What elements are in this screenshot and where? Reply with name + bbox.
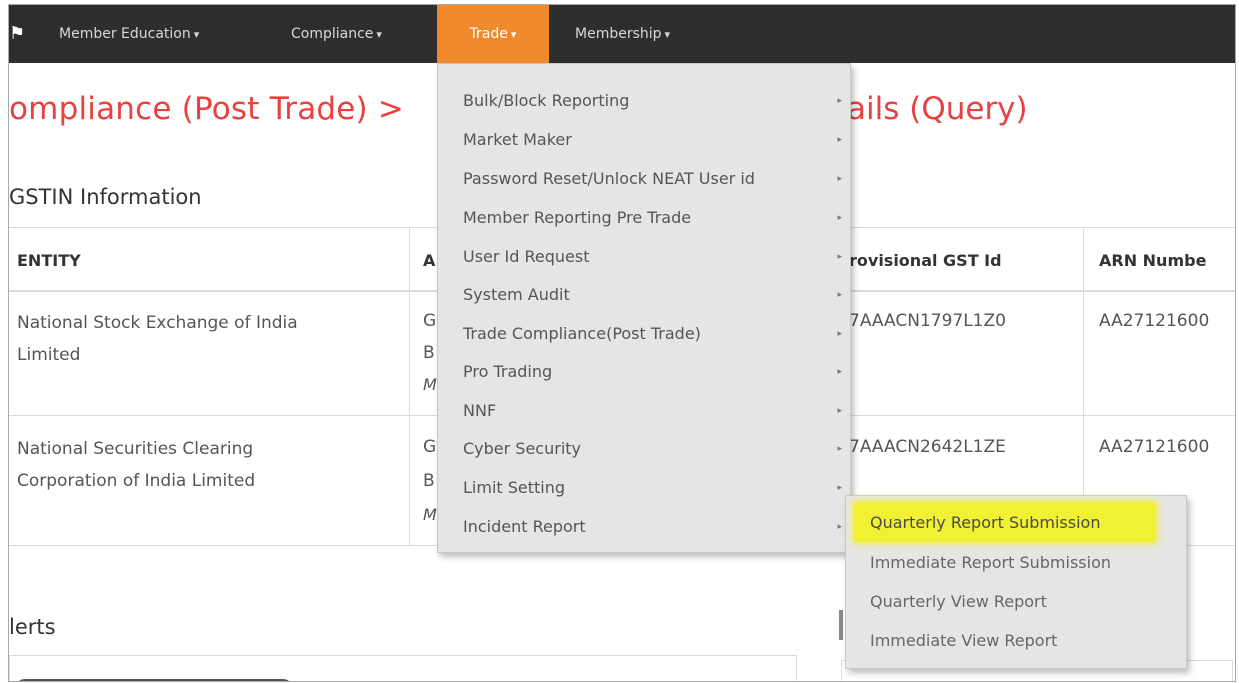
chevron-right-icon: ▸ <box>837 174 842 184</box>
table-cell-address: M <box>423 375 437 394</box>
menu-item-pro-trading[interactable]: Pro Trading ▸ <box>438 353 850 391</box>
menu-item-bulk-block-reporting[interactable]: Bulk/Block Reporting ▸ <box>438 82 850 120</box>
table-cell-gst-id: 7AAACN2642L1ZE <box>849 437 1006 457</box>
table-cell-entity: National Securities Clearing Corporation… <box>17 433 255 497</box>
menu-item-label: User Id Request <box>463 247 590 266</box>
menu-item-limit-setting[interactable]: Limit Setting ▸ <box>438 469 850 507</box>
menu-item-system-audit[interactable]: System Audit ▸ <box>438 276 850 314</box>
trade-dropdown-menu: Bulk/Block Reporting ▸ Market Maker ▸ Pass… <box>437 63 851 553</box>
incident-report-submenu: Quarterly Report Submission Immediate Re… <box>845 495 1187 669</box>
chevron-right-icon: ▸ <box>837 252 842 262</box>
menu-item-label: Cyber Security <box>463 439 582 458</box>
chevron-down-icon: ▾ <box>510 28 517 41</box>
menu-item-label: Market Maker <box>463 130 572 149</box>
table-cell-address: B <box>423 471 435 491</box>
chevron-right-icon: ▸ <box>837 329 842 339</box>
table-cell-address: G <box>423 437 437 457</box>
menu-item-nnf[interactable]: NNF ▸ <box>438 392 850 430</box>
submenu-item-quarterly-report-submission[interactable]: Quarterly Report Submission <box>846 504 1186 542</box>
menu-item-market-maker[interactable]: Market Maker ▸ <box>438 121 850 159</box>
menu-item-cyber-security[interactable]: Cyber Security ▸ <box>438 430 850 468</box>
menu-item-label: Pro Trading <box>463 362 553 381</box>
menu-item-label: Password Reset/Unlock NEAT User id <box>463 169 755 188</box>
menu-item-label: Bulk/Block Reporting <box>463 91 630 110</box>
nav-compliance-label: Compliance <box>291 26 374 42</box>
chevron-down-icon: ▾ <box>376 28 382 41</box>
menu-item-label: Trade Compliance(Post Trade) <box>463 324 701 343</box>
table-cell-entity: National Stock Exchange of India Limited <box>17 307 298 371</box>
home-icon[interactable]: ⚑ <box>9 23 25 45</box>
column-header-entity: ENTITY <box>17 251 81 270</box>
column-header-gst-id: rovisional GST Id <box>849 251 1002 270</box>
page-title-continued: ails (Query) <box>847 91 1028 127</box>
table-cell-arn: AA27121600 <box>1099 311 1210 331</box>
menu-item-member-reporting-pre-trade[interactable]: Member Reporting Pre Trade ▸ <box>438 199 850 237</box>
chevron-right-icon: ▸ <box>837 367 842 377</box>
table-cell-address: M <box>423 505 437 524</box>
nav-membership[interactable]: Membership ▾ <box>575 5 735 63</box>
entity-line: Limited <box>17 345 81 365</box>
menu-item-label: Incident Report <box>463 517 586 536</box>
alerts-panel <box>9 655 797 681</box>
nav-trade-label: Trade <box>469 26 508 42</box>
submenu-item-label: Immediate View Report <box>870 631 1058 650</box>
submenu-item-immediate-view-report[interactable]: Immediate View Report <box>846 622 1186 660</box>
nav-member-education[interactable]: Member Education ▾ <box>59 5 259 63</box>
nav-membership-label: Membership <box>575 26 662 42</box>
top-navbar: ⚑ Member Education ▾ Compliance ▾ Trade ▾ M… <box>9 5 1235 63</box>
table-cell-address: G <box>423 311 437 331</box>
table-cell-gst-id: 7AAACN1797L1Z0 <box>849 311 1006 331</box>
page-frame: ⚑ Member Education ▾ Compliance ▾ Trade ▾ M… <box>8 4 1236 682</box>
nav-member-education-label: Member Education <box>59 26 191 42</box>
chevron-right-icon: ▸ <box>837 290 842 300</box>
alerts-tab[interactable] <box>15 679 293 681</box>
panel-edge <box>839 610 843 640</box>
menu-item-password-reset[interactable]: Password Reset/Unlock NEAT User id ▸ <box>438 160 850 198</box>
chevron-right-icon: ▸ <box>837 96 842 106</box>
menu-item-trade-compliance[interactable]: Trade Compliance(Post Trade) ▸ <box>438 315 850 353</box>
chevron-right-icon: ▸ <box>837 213 842 223</box>
menu-item-label: NNF <box>463 401 497 420</box>
chevron-right-icon: ▸ <box>837 444 842 454</box>
table-cell-arn: AA27121600 <box>1099 437 1210 457</box>
section-title: GSTIN Information <box>9 185 202 209</box>
submenu-item-immediate-report-submission[interactable]: Immediate Report Submission <box>846 544 1186 582</box>
menu-item-user-id-request[interactable]: User Id Request ▸ <box>438 238 850 276</box>
table-cell-address: B <box>423 343 435 363</box>
entity-line: National Stock Exchange of India <box>17 313 298 333</box>
menu-item-incident-report[interactable]: Incident Report ▸ <box>438 508 850 546</box>
submenu-item-label: Quarterly View Report <box>870 592 1047 611</box>
chevron-down-icon: ▾ <box>193 28 200 41</box>
menu-item-label: Member Reporting Pre Trade <box>463 208 692 227</box>
chevron-right-icon: ▸ <box>837 406 842 416</box>
chevron-right-icon: ▸ <box>837 483 842 493</box>
chevron-down-icon: ▾ <box>664 28 671 41</box>
table-column-divider <box>409 227 410 545</box>
submenu-item-label: Immediate Report Submission <box>870 553 1111 572</box>
nav-compliance[interactable]: Compliance ▾ <box>291 5 431 63</box>
entity-line: Corporation of India Limited <box>17 471 256 491</box>
submenu-item-quarterly-view-report[interactable]: Quarterly View Report <box>846 583 1186 621</box>
chevron-right-icon: ▸ <box>837 522 842 532</box>
chevron-right-icon: ▸ <box>837 135 842 145</box>
page-title: ompliance (Post Trade) > <box>9 91 405 127</box>
nav-trade[interactable]: Trade ▾ <box>437 5 549 63</box>
menu-item-label: Limit Setting <box>463 478 566 497</box>
column-header-arn: ARN Numbe <box>1099 251 1207 270</box>
submenu-item-label: Quarterly Report Submission <box>870 513 1101 532</box>
entity-line: National Securities Clearing <box>17 439 254 459</box>
column-header-address: A <box>423 251 436 270</box>
menu-item-label: System Audit <box>463 285 570 304</box>
alerts-title: lerts <box>9 615 56 639</box>
